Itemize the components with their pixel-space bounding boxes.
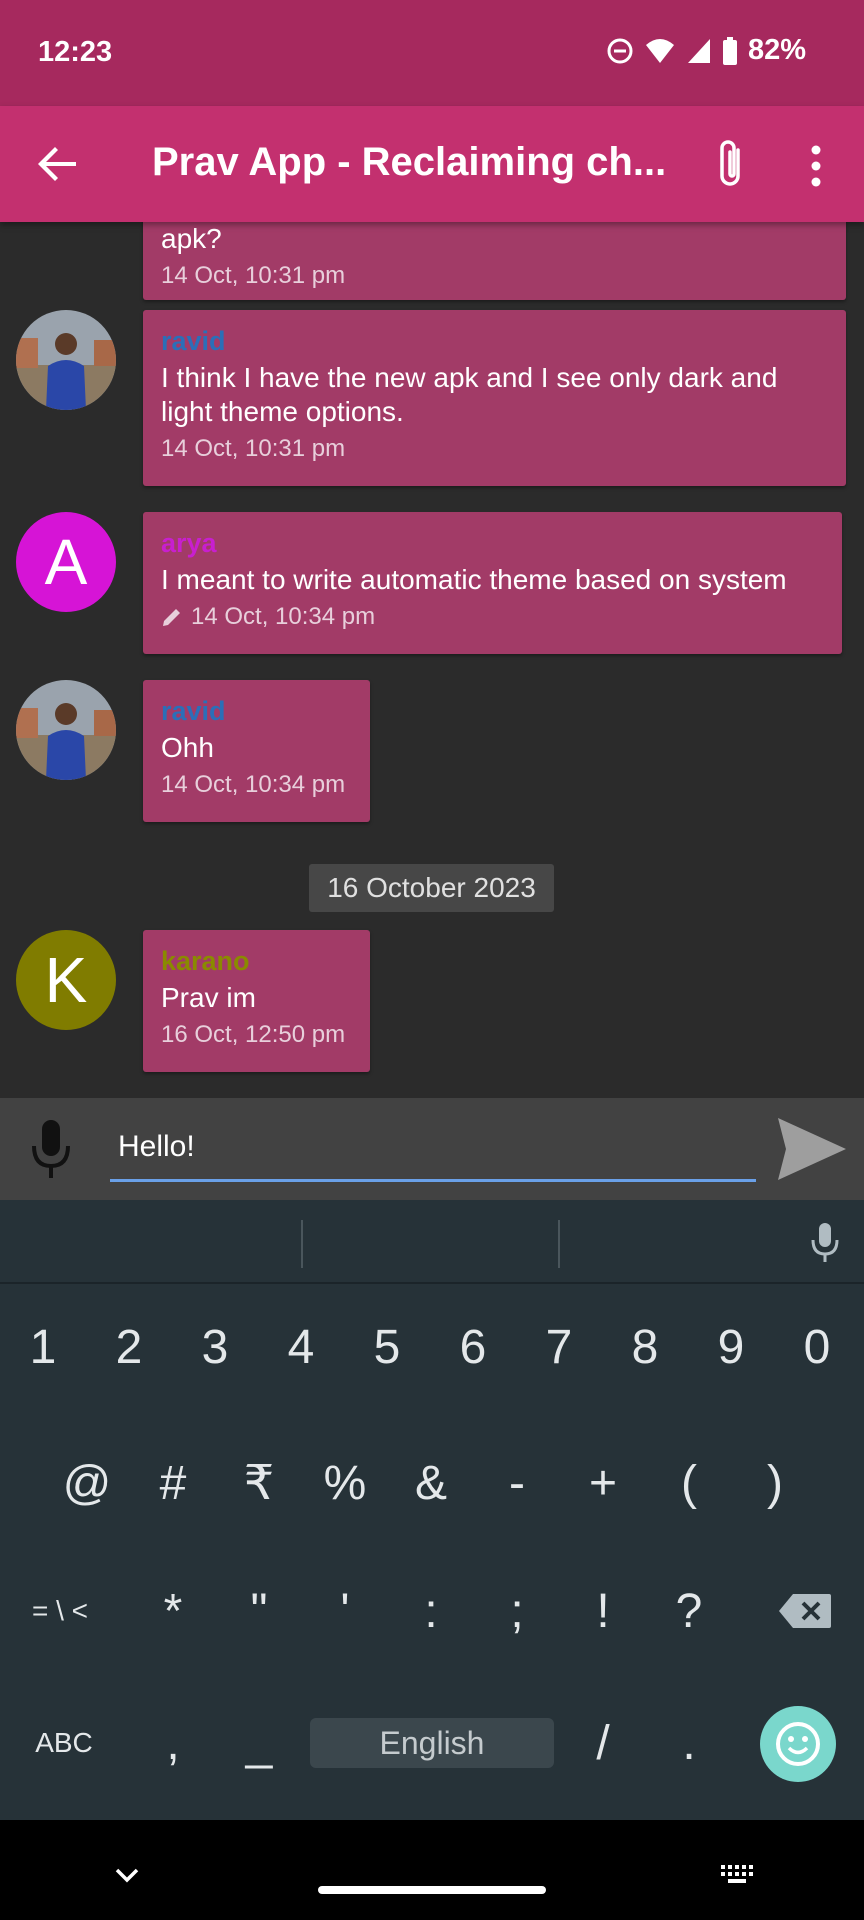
key[interactable]: 1 bbox=[0, 1310, 86, 1384]
message-sender: ravid bbox=[161, 326, 226, 356]
message-timestamp: 16 Oct, 12:50 pm bbox=[161, 1021, 346, 1048]
message-sender: arya bbox=[161, 528, 217, 558]
slash-key[interactable]: / bbox=[560, 1706, 646, 1780]
key[interactable]: & bbox=[388, 1446, 474, 1520]
voice-message-mic-icon[interactable] bbox=[28, 1118, 74, 1182]
message-text: Prav im bbox=[161, 982, 256, 1013]
attachment-icon[interactable] bbox=[708, 136, 752, 192]
key[interactable]: 5 bbox=[344, 1310, 430, 1384]
message-bubble[interactable]: karano Prav im 16 Oct, 12:50 pm bbox=[143, 930, 370, 1072]
more-options-icon[interactable] bbox=[804, 142, 828, 190]
avatar-letter: A bbox=[44, 526, 88, 598]
message-timestamp: 14 Oct, 10:31 pm bbox=[161, 262, 346, 289]
dnd-icon bbox=[607, 38, 633, 63]
backspace-key[interactable] bbox=[762, 1574, 848, 1648]
battery-icon bbox=[722, 36, 737, 65]
key[interactable]: 2 bbox=[86, 1310, 172, 1384]
key[interactable]: * bbox=[130, 1574, 216, 1648]
avatar[interactable]: A bbox=[16, 512, 116, 612]
key[interactable]: : bbox=[388, 1574, 474, 1648]
status-bar: 12:23 82% bbox=[0, 0, 864, 106]
message-timestamp: 14 Oct, 10:34 pm bbox=[191, 603, 376, 630]
key[interactable]: 9 bbox=[688, 1310, 774, 1384]
avatar-photo bbox=[16, 310, 116, 410]
message-text: Ohh bbox=[161, 732, 214, 763]
message-text: I meant to write automatic theme based o… bbox=[161, 564, 787, 595]
key[interactable]: ' bbox=[302, 1574, 388, 1648]
key[interactable]: 0 bbox=[774, 1310, 860, 1384]
key[interactable]: ₹ bbox=[216, 1446, 302, 1520]
chat-title[interactable]: Prav App - Reclaiming ch... bbox=[152, 140, 672, 185]
period-key[interactable]: . bbox=[646, 1706, 732, 1780]
message-bubble[interactable]: ravid I think I have the new apk and I s… bbox=[143, 310, 846, 486]
keyboard-hide-chevron-icon[interactable] bbox=[114, 1866, 140, 1884]
key-more-symbols[interactable]: = \ < bbox=[10, 1574, 110, 1648]
status-time: 12:23 bbox=[38, 36, 113, 68]
avatar-letter: K bbox=[44, 944, 88, 1016]
avatar[interactable] bbox=[16, 310, 116, 410]
message-sender: ravid bbox=[161, 696, 226, 726]
emoji-key[interactable] bbox=[760, 1706, 836, 1782]
suggestion-strip bbox=[0, 1200, 864, 1284]
message-timestamp-row: 14 Oct, 10:34 pm bbox=[161, 603, 824, 631]
back-arrow-icon[interactable] bbox=[36, 142, 80, 186]
avatar-photo bbox=[16, 680, 116, 780]
message-bubble[interactable]: ravid Ohh 14 Oct, 10:34 pm bbox=[143, 680, 370, 822]
key[interactable]: ( bbox=[646, 1446, 732, 1520]
send-icon[interactable] bbox=[776, 1116, 848, 1182]
avatar[interactable]: K bbox=[16, 930, 116, 1030]
date-divider: 16 October 2023 bbox=[309, 864, 554, 912]
key[interactable]: + bbox=[560, 1446, 646, 1520]
message-sender: karano bbox=[161, 946, 250, 976]
status-icons: 82% bbox=[606, 34, 806, 67]
message-text: apk? bbox=[161, 223, 222, 254]
home-handle[interactable] bbox=[318, 1886, 546, 1894]
key[interactable]: - bbox=[474, 1446, 560, 1520]
message-text: I think I have the new apk and I see onl… bbox=[161, 362, 778, 427]
keyboard-switch-icon[interactable] bbox=[720, 1864, 756, 1886]
backspace-icon bbox=[779, 1594, 831, 1628]
compose-bar: Hello! bbox=[0, 1098, 864, 1200]
key[interactable]: " bbox=[216, 1574, 302, 1648]
underscore-key[interactable]: _ bbox=[216, 1706, 302, 1780]
key[interactable]: @ bbox=[44, 1446, 130, 1520]
app-toolbar: Prav App - Reclaiming ch... bbox=[0, 106, 864, 222]
space-key[interactable]: English bbox=[310, 1718, 554, 1768]
battery-percent: 82% bbox=[747, 34, 806, 66]
message-bubble[interactable]: arya I meant to write automatic theme ba… bbox=[143, 512, 842, 654]
key[interactable]: ) bbox=[732, 1446, 818, 1520]
key[interactable]: ; bbox=[474, 1574, 560, 1648]
wifi-icon bbox=[645, 38, 674, 63]
key[interactable]: 7 bbox=[516, 1310, 602, 1384]
suggestion-divider bbox=[558, 1220, 560, 1268]
message-input[interactable]: Hello! bbox=[110, 1112, 756, 1182]
key[interactable]: 4 bbox=[258, 1310, 344, 1384]
message-timestamp: 14 Oct, 10:31 pm bbox=[161, 435, 346, 462]
edited-pencil-icon bbox=[163, 609, 180, 626]
key[interactable]: % bbox=[302, 1446, 388, 1520]
signal-icon bbox=[687, 38, 710, 63]
emoji-icon bbox=[776, 1722, 820, 1766]
message-timestamp: 14 Oct, 10:34 pm bbox=[161, 771, 346, 798]
key[interactable]: ? bbox=[646, 1574, 732, 1648]
key[interactable]: 6 bbox=[430, 1310, 516, 1384]
system-nav-bar bbox=[0, 1820, 864, 1920]
avatar[interactable] bbox=[16, 680, 116, 780]
key[interactable]: 3 bbox=[172, 1310, 258, 1384]
comma-key[interactable]: , bbox=[130, 1706, 216, 1780]
key[interactable]: # bbox=[130, 1446, 216, 1520]
suggestion-divider bbox=[301, 1220, 303, 1268]
keyboard-voice-icon[interactable] bbox=[810, 1222, 840, 1264]
key[interactable]: ! bbox=[560, 1574, 646, 1648]
key[interactable]: 8 bbox=[602, 1310, 688, 1384]
abc-key[interactable]: ABC bbox=[14, 1706, 114, 1780]
